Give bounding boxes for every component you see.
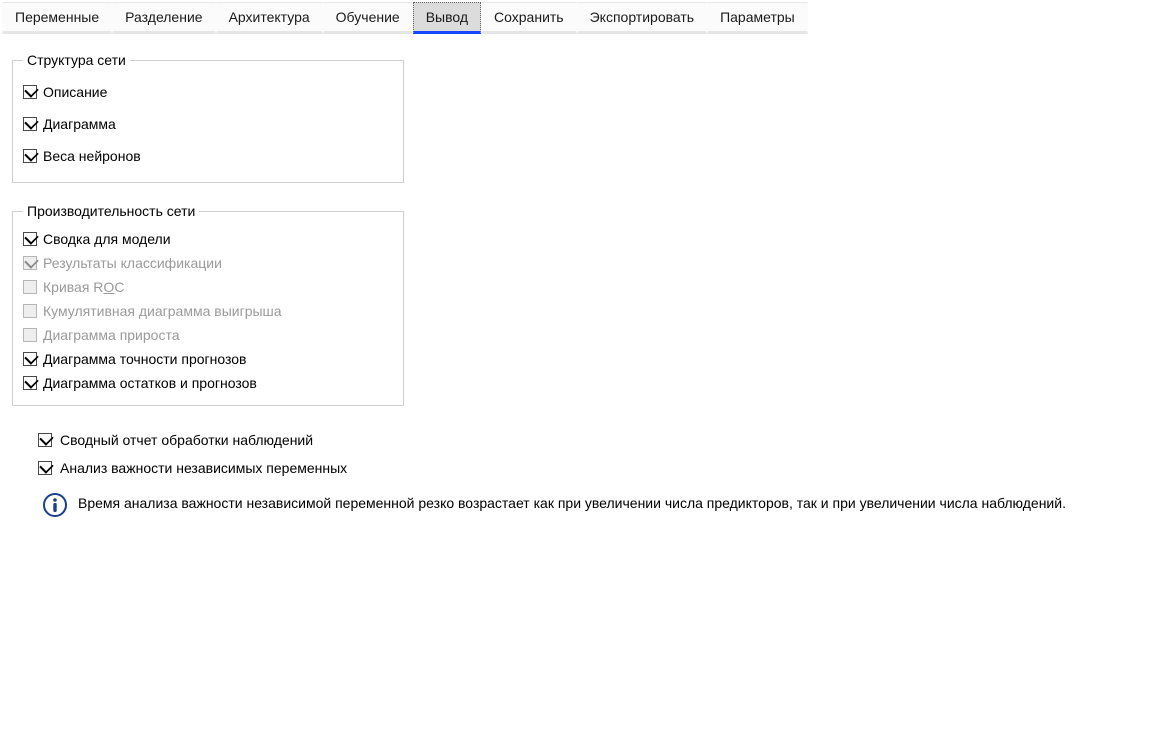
checkbox-weights[interactable] (23, 149, 37, 163)
label-modelsum[interactable]: Сводка для модели (43, 231, 171, 247)
tab-4[interactable]: Вывод (413, 2, 481, 34)
option-row-lift: Диаграмма прироста (23, 323, 393, 347)
option-row-varimp: Анализ важности независимых переменных (12, 454, 1140, 482)
output-tab-content: Структура сети Описание Диаграмма Веса ней… (0, 34, 1152, 536)
tab-6[interactable]: Экспортировать (577, 2, 707, 34)
label-diagram[interactable]: Диаграмма (43, 116, 116, 132)
checkbox-classres (23, 256, 37, 270)
option-row-classres: Результаты классификации (23, 251, 393, 275)
group-network-performance: Производительность сети Сводка для модел… (12, 203, 404, 406)
tab-5[interactable]: Сохранить (481, 2, 577, 34)
label-predacc[interactable]: Диаграмма точности прогнозов (43, 351, 246, 367)
info-icon (42, 492, 68, 518)
label-varimp[interactable]: Анализ важности независимых переменных (60, 460, 347, 476)
label-residplot[interactable]: Диаграмма остатков и прогнозов (43, 375, 257, 391)
checkbox-lift (23, 328, 37, 342)
option-row-diagram: Диаграмма (23, 108, 393, 140)
checkbox-caseproc[interactable] (38, 433, 52, 447)
checkbox-residplot[interactable] (23, 376, 37, 390)
checkbox-cumgain (23, 304, 37, 318)
group-network-structure: Структура сети Описание Диаграмма Веса ней… (12, 52, 404, 183)
option-row-predacc: Диаграмма точности прогнозов (23, 347, 393, 371)
label-roc: Кривая ROC (43, 279, 124, 295)
tab-3[interactable]: Обучение (323, 2, 413, 34)
tab-1[interactable]: Разделение (112, 2, 215, 34)
label-classres: Результаты классификации (43, 255, 222, 271)
group-legend-performance: Производительность сети (23, 203, 199, 219)
tab-bar: ПеременныеРазделениеАрхитектураОбучениеВ… (0, 0, 1152, 34)
checkbox-roc (23, 280, 37, 294)
label-desc[interactable]: Описание (43, 84, 107, 100)
label-weights[interactable]: Веса нейронов (43, 148, 141, 164)
option-row-cumgain: Кумулятивная диаграмма выигрыша (23, 299, 393, 323)
label-caseproc[interactable]: Сводный отчет обработки наблюдений (60, 432, 313, 448)
option-row-caseproc: Сводный отчет обработки наблюдений (12, 426, 1140, 454)
info-note-row: Время анализа важности независимой перем… (12, 482, 1140, 518)
tab-7[interactable]: Параметры (707, 2, 808, 34)
info-note-text: Время анализа важности независимой перем… (78, 492, 1066, 513)
label-lift: Диаграмма прироста (43, 327, 180, 343)
option-row-weights: Веса нейронов (23, 140, 393, 172)
label-cumgain: Кумулятивная диаграмма выигрыша (43, 303, 282, 319)
checkbox-diagram[interactable] (23, 117, 37, 131)
checkbox-varimp[interactable] (38, 461, 52, 475)
checkbox-desc[interactable] (23, 85, 37, 99)
option-row-roc: Кривая ROC (23, 275, 393, 299)
option-row-residplot: Диаграмма остатков и прогнозов (23, 371, 393, 395)
option-row-desc: Описание (23, 76, 393, 108)
tab-0[interactable]: Переменные (2, 2, 112, 34)
tab-2[interactable]: Архитектура (216, 2, 323, 34)
checkbox-predacc[interactable] (23, 352, 37, 366)
option-row-modelsum: Сводка для модели (23, 227, 393, 251)
checkbox-modelsum[interactable] (23, 232, 37, 246)
group-legend-structure: Структура сети (23, 52, 130, 68)
